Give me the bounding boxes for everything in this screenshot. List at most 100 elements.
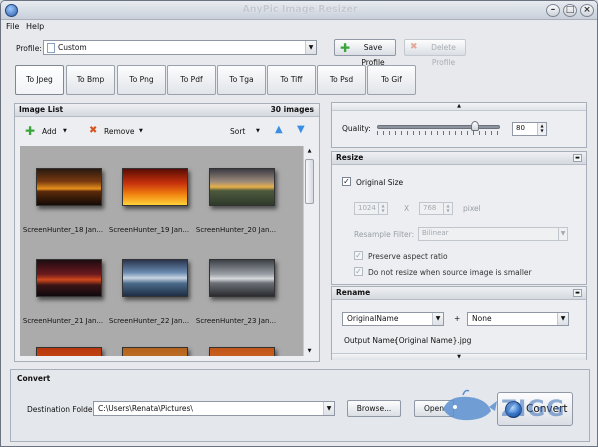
output-name-label: Output Name: xyxy=(344,336,398,345)
delete-profile-label: Delete Profile xyxy=(431,43,456,67)
profile-select[interactable]: Custom ▼ xyxy=(43,40,317,55)
image-list-header: Image List 30 images xyxy=(15,104,319,117)
scroll-up-icon[interactable]: ▲ xyxy=(305,146,314,156)
tab-png[interactable]: To Png xyxy=(117,65,166,95)
collapse-icon[interactable]: ▬ xyxy=(573,154,582,162)
rename-second-select[interactable]: None ▼ xyxy=(467,312,569,326)
save-profile-button[interactable]: ✚ Save Profile xyxy=(334,39,396,67)
rename-first-value: OriginalName xyxy=(347,314,399,323)
thumbnail-caption: ScreenHunter_22 Jan... xyxy=(108,317,190,325)
collapse-down-icon[interactable]: ▼ xyxy=(332,353,586,360)
thumbnail-caption: ScreenHunter_20 Jan... xyxy=(195,226,277,234)
maximize-button[interactable]: □ xyxy=(563,4,577,17)
rename-panel: Rename ▬ OriginalName ▼ + None ▼ Output … xyxy=(331,286,587,360)
remove-icon: ✖ xyxy=(89,125,98,136)
window-title: AnyPic Image Resizer xyxy=(242,4,358,15)
thumbnail-grid[interactable]: ScreenHunter_18 Jan... ScreenHunter_19 J… xyxy=(20,146,303,356)
output-name-value: {Original Name}.jpg xyxy=(394,336,472,345)
rename-first-select[interactable]: OriginalName ▼ xyxy=(342,312,444,326)
height-value: 768 xyxy=(423,204,437,212)
thumbnail-caption: ScreenHunter_18 Jan... xyxy=(22,226,104,234)
quality-input[interactable]: 80 ▲ ▼ xyxy=(512,122,547,136)
thumbnail-image[interactable] xyxy=(122,347,188,356)
resample-select[interactable]: Bilinear ▼ xyxy=(418,227,568,241)
thumbnail-image[interactable] xyxy=(122,259,188,297)
move-up-icon[interactable]: ▲ xyxy=(275,124,283,135)
quality-slider-track[interactable] xyxy=(377,125,500,129)
profile-value: Custom xyxy=(58,43,87,52)
delete-profile-button[interactable]: ✖ Delete Profile xyxy=(404,39,466,67)
chevron-down-icon: ▼ xyxy=(139,128,143,134)
thumbnail-image[interactable] xyxy=(36,347,102,356)
watermark-text: ZIGG xyxy=(501,397,566,422)
whale-watermark-icon xyxy=(439,387,499,427)
close-button[interactable]: × xyxy=(580,4,594,17)
scroll-down-icon[interactable]: ▼ xyxy=(305,346,314,356)
move-down-icon[interactable]: ▼ xyxy=(297,124,305,135)
image-count: 30 images xyxy=(270,105,314,114)
tab-tga[interactable]: To Tga xyxy=(217,65,266,95)
thumbnail-image[interactable] xyxy=(209,259,275,297)
tab-bmp[interactable]: To Bmp xyxy=(66,65,115,95)
chevron-down-icon: ▼ xyxy=(557,313,568,325)
original-size-checkbox[interactable]: ✓ xyxy=(342,177,351,186)
no-resize-checkbox[interactable]: ✓ xyxy=(354,267,363,276)
original-size-label: Original Size xyxy=(356,178,404,187)
preserve-aspect-checkbox[interactable]: ✓ xyxy=(354,251,363,260)
thumbnail-caption: ScreenHunter_19 Jan... xyxy=(108,226,190,234)
scrollbar-thumb[interactable] xyxy=(305,159,314,204)
preserve-aspect-label: Preserve aspect ratio xyxy=(368,252,448,261)
app-window: AnyPic Image Resizer – □ × File Help Pro… xyxy=(0,0,598,447)
destination-input[interactable]: C:\Users\Renata\Pictures\ ▼ xyxy=(93,401,335,416)
no-resize-label: Do not resize when source image is small… xyxy=(368,268,532,277)
tab-gif[interactable]: To Gif xyxy=(367,65,416,95)
document-icon xyxy=(47,43,55,53)
rename-plus: + xyxy=(454,314,461,323)
quality-panel: ▲ Quality: 80 ▲ ▼ xyxy=(331,102,587,148)
sort-button[interactable]: Sort ▼ xyxy=(230,125,266,138)
thumbnail-image[interactable] xyxy=(122,168,188,206)
height-spinner[interactable]: ▲ ▼ xyxy=(443,203,452,214)
remove-button[interactable]: ✖ Remove ▼ xyxy=(89,125,147,138)
thumbnail-image[interactable] xyxy=(209,168,275,206)
quality-label: Quality: xyxy=(342,124,371,133)
chevron-down-icon: ▼ xyxy=(432,313,443,325)
sort-label: Sort xyxy=(230,127,246,136)
collapse-icon[interactable]: ▬ xyxy=(573,289,582,297)
resize-panel: Resize ▬ ✓ Original Size 1024 ▲ ▼ X 768 ▲… xyxy=(331,151,587,285)
add-label: Add xyxy=(42,127,57,136)
image-list-scrollbar[interactable]: ▲ ▼ xyxy=(303,146,315,356)
thumbnail-image[interactable] xyxy=(36,168,102,206)
minimize-button[interactable]: – xyxy=(546,4,560,17)
tab-pdf[interactable]: To Pdf xyxy=(167,65,216,95)
remove-label: Remove xyxy=(104,127,135,136)
destination-value: C:\Users\Renata\Pictures\ xyxy=(98,404,193,413)
tab-jpeg[interactable]: To Jpeg xyxy=(15,65,64,95)
title-bar: AnyPic Image Resizer – □ × xyxy=(1,1,597,20)
menu-help[interactable]: Help xyxy=(26,22,44,31)
quality-slider-thumb[interactable] xyxy=(471,121,480,131)
collapse-up-icon[interactable]: ▲ xyxy=(332,103,586,111)
quality-spinner[interactable]: ▲ ▼ xyxy=(537,123,546,135)
browse-button[interactable]: Browse... xyxy=(347,400,401,417)
height-input[interactable]: 768 ▲ ▼ xyxy=(419,202,453,215)
quality-slider-ticks xyxy=(377,131,500,135)
resample-label: Resample Filter: xyxy=(354,230,415,239)
chevron-down-icon: ▼ xyxy=(256,128,260,134)
thumbnail-image[interactable] xyxy=(36,259,102,297)
menu-file[interactable]: File xyxy=(6,22,19,31)
thumbnail-caption: ScreenHunter_23 Jan... xyxy=(195,317,277,325)
tab-psd[interactable]: To Psd xyxy=(317,65,366,95)
thumbnail-caption: ScreenHunter_21 Jan... xyxy=(22,317,104,325)
image-list-title: Image List xyxy=(19,105,64,114)
width-input[interactable]: 1024 ▲ ▼ xyxy=(354,202,388,215)
rename-second-value: None xyxy=(472,314,492,323)
plus-icon: ✚ xyxy=(340,41,351,55)
rename-header: Rename ▬ xyxy=(332,287,586,300)
width-spinner[interactable]: ▲ ▼ xyxy=(378,203,387,214)
width-value: 1024 xyxy=(358,204,376,212)
tab-tiff[interactable]: To Tiff xyxy=(267,65,316,95)
thumbnail-image[interactable] xyxy=(209,347,275,356)
chevron-down-icon: ▼ xyxy=(305,41,316,54)
add-button[interactable]: ✚ Add ▼ xyxy=(25,124,73,138)
